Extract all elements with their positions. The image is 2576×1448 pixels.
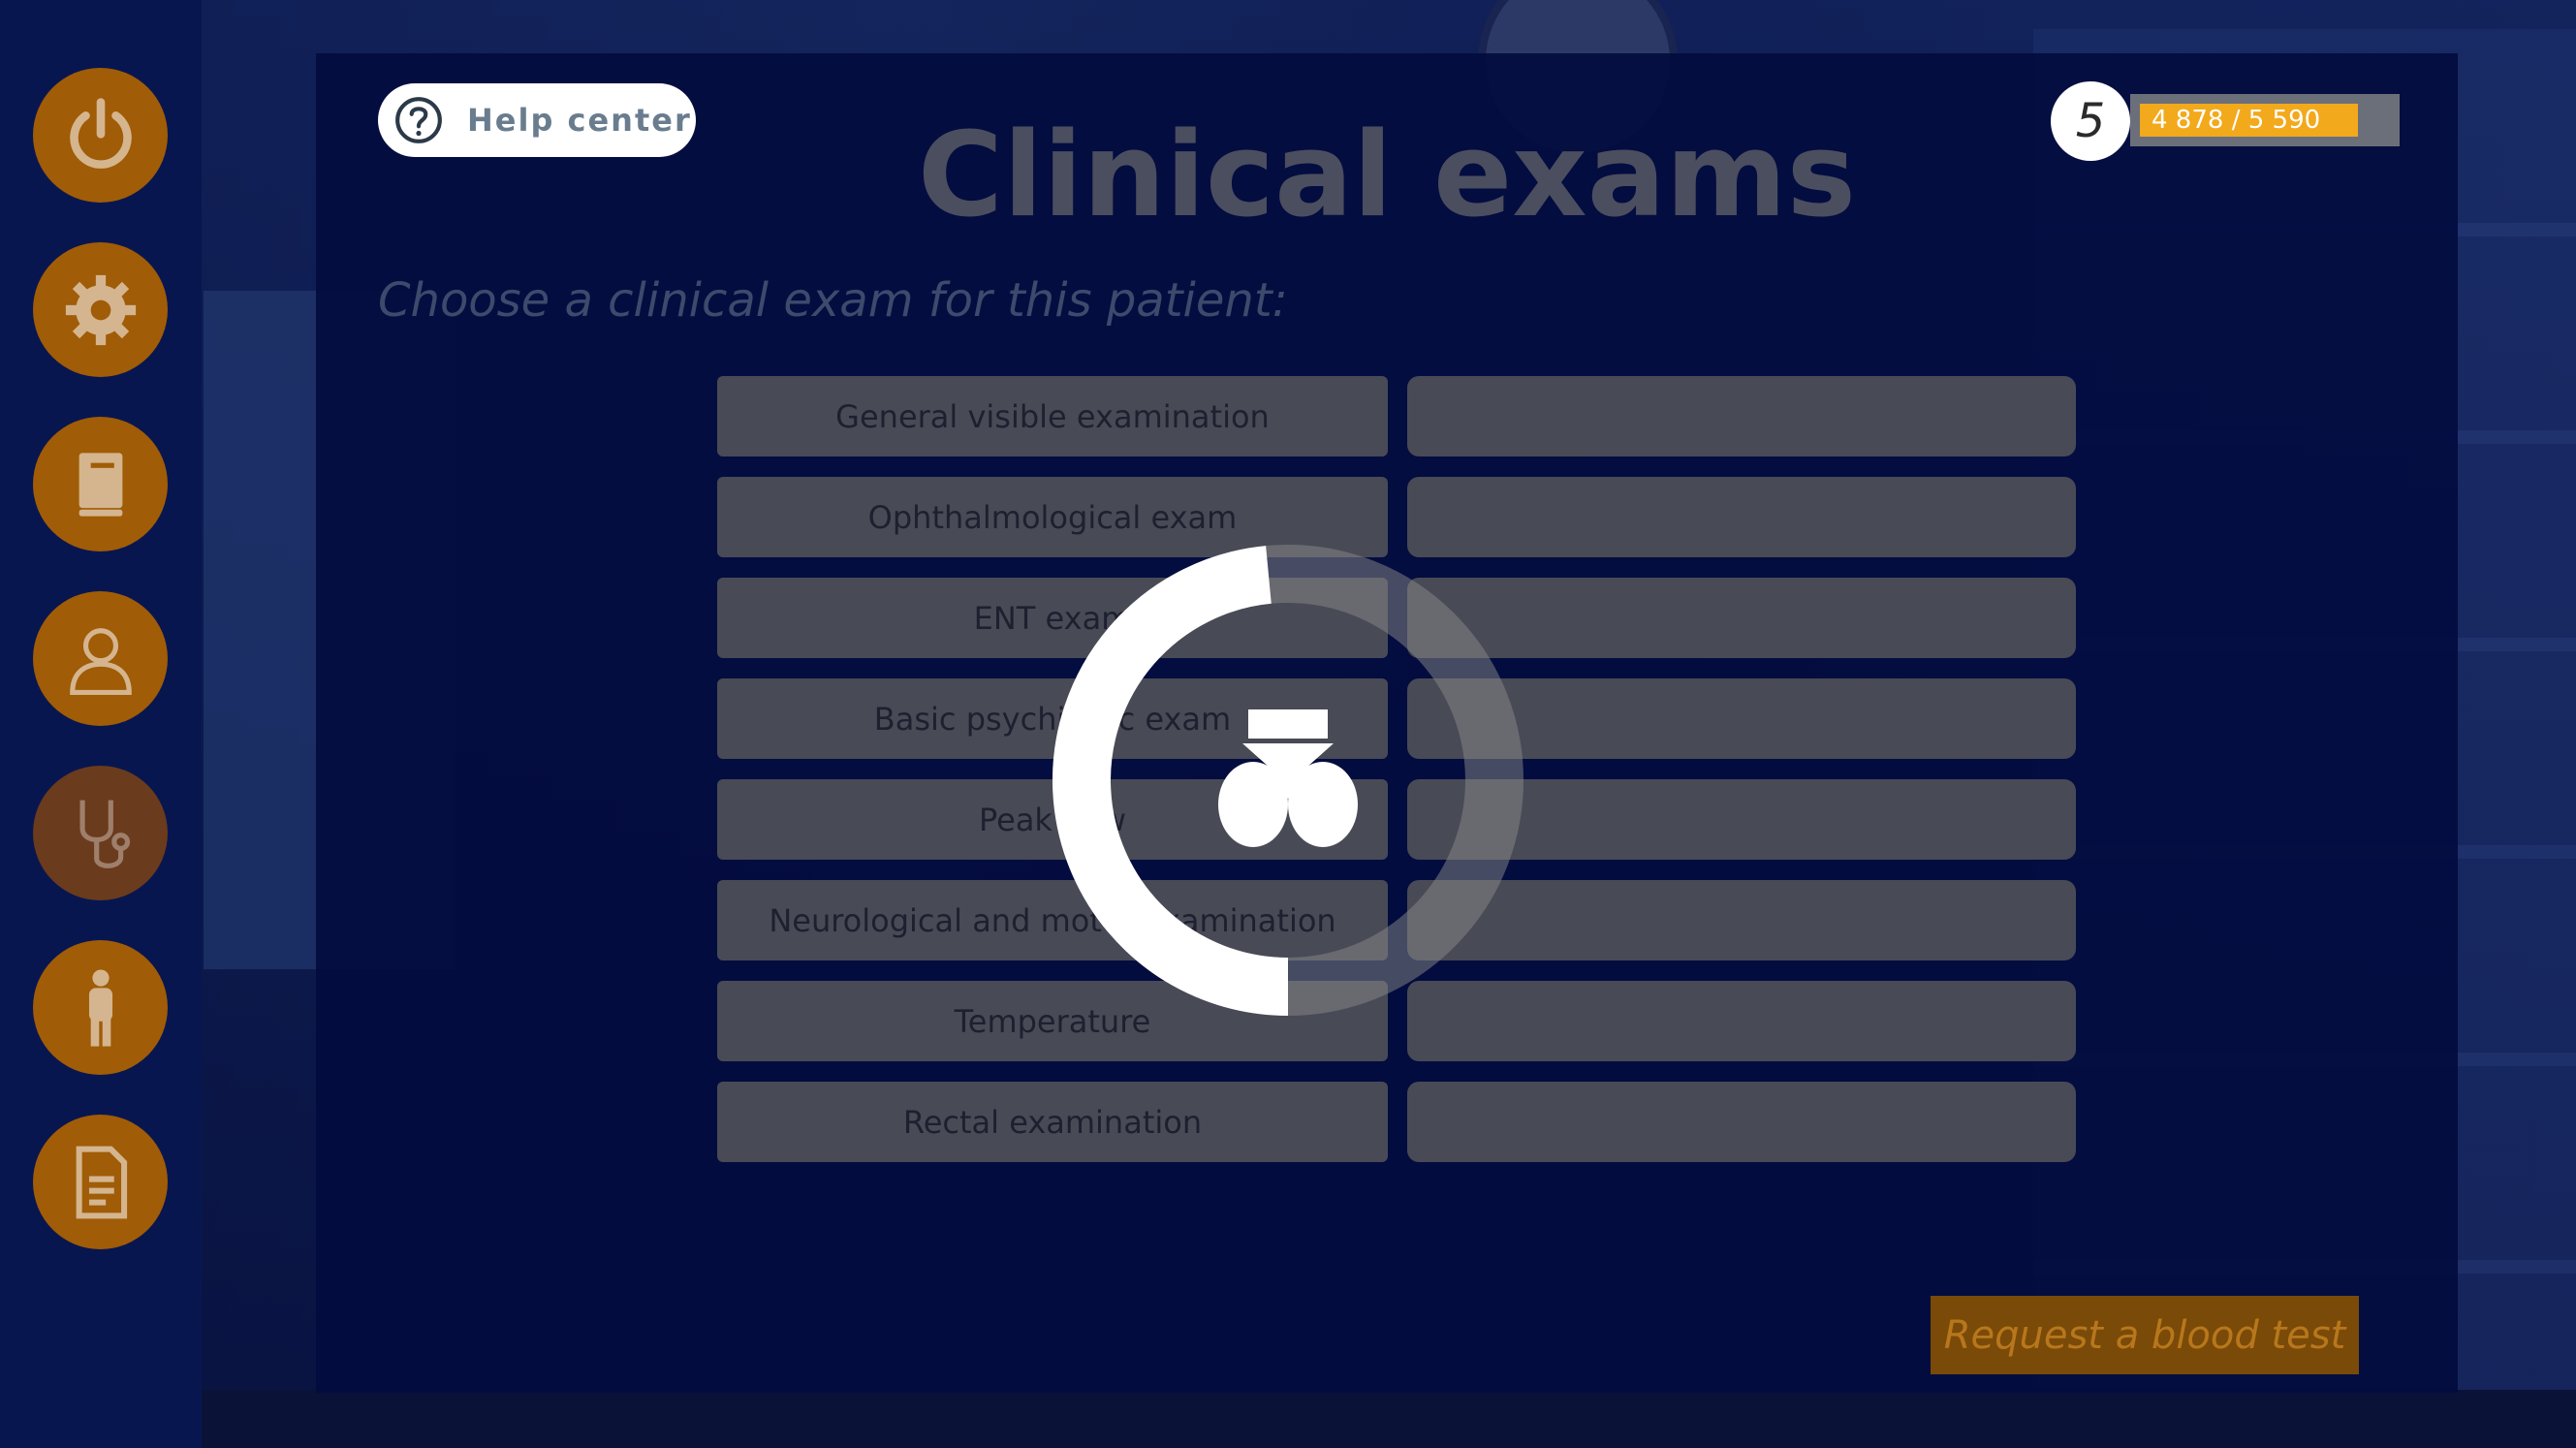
- page-subtitle: Choose a clinical exam for this patient:: [378, 273, 1288, 328]
- stethoscope-icon: [79, 800, 130, 868]
- power-icon: [69, 97, 132, 169]
- background-floor: [199, 1390, 2576, 1448]
- body-icon: [88, 968, 112, 1047]
- exam-result-field: [1407, 1082, 2076, 1162]
- exam-button[interactable]: [33, 766, 168, 900]
- settings-button[interactable]: [33, 242, 168, 377]
- power-button[interactable]: [33, 68, 168, 203]
- xp-bar: 4 878 / 5 590: [2130, 94, 2400, 146]
- exam-button[interactable]: General visible examination: [717, 376, 1388, 456]
- nurse-icon: [1218, 709, 1358, 847]
- exam-result-field: [1407, 376, 2076, 456]
- patient-button[interactable]: [33, 591, 168, 726]
- body-button[interactable]: [33, 940, 168, 1075]
- exam-row: Rectal examination: [717, 1082, 2076, 1162]
- request-blood-test-button[interactable]: Request a blood test: [1931, 1296, 2359, 1374]
- exam-button[interactable]: Rectal examination: [717, 1082, 1388, 1162]
- book-button[interactable]: [33, 417, 168, 551]
- exam-row: General visible examination: [717, 376, 2076, 456]
- level-badge: 5: [2051, 81, 2130, 161]
- gear-icon: [65, 274, 136, 345]
- report-button[interactable]: [33, 1115, 168, 1249]
- xp-text: 4 878 / 5 590: [2152, 106, 2321, 135]
- book-icon: [79, 452, 122, 517]
- document-icon: [76, 1146, 127, 1218]
- sidebar: [0, 0, 202, 1448]
- person-icon: [69, 627, 132, 695]
- loading-spinner: [1052, 545, 1524, 1016]
